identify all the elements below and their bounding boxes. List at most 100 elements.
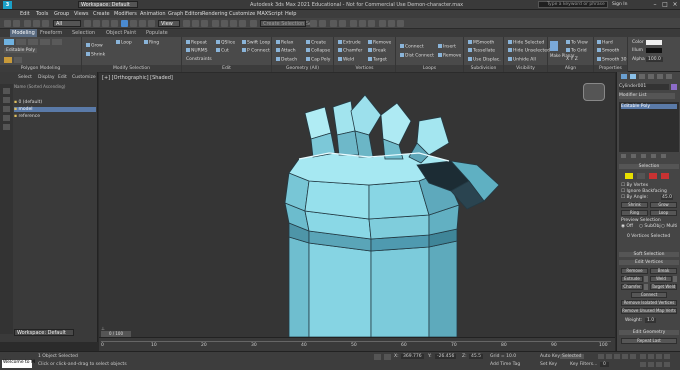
ribbon-caption[interactable]: Align: [548, 65, 593, 72]
create-tab-icon[interactable]: [621, 74, 627, 79]
select-manipulate-icon[interactable]: [192, 20, 199, 27]
menu-animation[interactable]: Animation: [140, 11, 166, 17]
remove-vertex-button[interactable]: Remove: [368, 40, 391, 46]
viewport-orthographic[interactable]: [+] [Orthographic] [Shaded] ⊥: [99, 73, 615, 337]
maximize-icon[interactable]: □: [660, 1, 670, 9]
auto-key-button[interactable]: Auto Key: [540, 354, 560, 359]
nurms-button[interactable]: NURMS: [186, 48, 208, 54]
maximize-viewport-icon[interactable]: [664, 362, 670, 367]
previous-frame-icon[interactable]: [606, 354, 612, 359]
scene-tab-select[interactable]: Select: [18, 75, 32, 80]
menu-group[interactable]: Group: [54, 11, 69, 17]
pan-view-icon[interactable]: [648, 362, 654, 367]
loop-selection-button[interactable]: Loop: [650, 210, 677, 216]
connect-button[interactable]: Connect: [400, 44, 424, 50]
edit-vertices-rollout[interactable]: Edit Vertices: [619, 260, 679, 265]
material-editor-icon[interactable]: [368, 20, 375, 27]
render-setup-icon[interactable]: [379, 20, 386, 27]
x-coordinate[interactable]: 369.776: [401, 354, 424, 359]
weld-vertex-button[interactable]: Weld: [650, 276, 672, 282]
ignore-backfacing-checkbox[interactable]: ☐ Ignore Backfacing: [621, 189, 667, 194]
curve-editor-icon[interactable]: [350, 20, 357, 27]
angle-snap-icon[interactable]: [221, 20, 228, 27]
modify-mode-icon[interactable]: [4, 57, 12, 63]
time-slider[interactable]: 0 / 100: [101, 331, 131, 337]
by-vertex-checkbox[interactable]: ☐ By Vertex: [621, 183, 648, 188]
scene-tab-customize[interactable]: Customize: [72, 75, 96, 80]
unhide-all-button[interactable]: Unhide All: [508, 57, 536, 63]
extrude-vertex-button[interactable]: Extrude: [621, 276, 643, 282]
remove-button[interactable]: Remove: [621, 268, 648, 274]
preview-multi-radio[interactable]: ○ Multi: [661, 224, 677, 229]
filter-geometry-icon[interactable]: [3, 88, 10, 94]
ribbon-caption[interactable]: Modify Selection: [82, 65, 181, 72]
preview-off-radio[interactable]: ◉ Off: [621, 224, 633, 229]
ribbon-caption[interactable]: Edit: [182, 65, 271, 72]
snaps-toggle-icon[interactable]: [212, 20, 219, 27]
bind-space-warp-icon[interactable]: [42, 20, 49, 27]
menu-create[interactable]: Create: [93, 11, 110, 17]
key-filters-button[interactable]: Key Filters...: [570, 362, 597, 367]
border-mode-icon[interactable]: [28, 39, 38, 45]
xyz-buttons[interactable]: X Y Z: [566, 57, 578, 62]
edge-mode-icon[interactable]: [16, 39, 26, 45]
next-frame-icon[interactable]: [622, 354, 628, 359]
break-vertex-button[interactable]: Break: [650, 268, 677, 274]
remove-loop-button[interactable]: Remove: [438, 53, 461, 59]
cut-button[interactable]: Cut: [216, 48, 229, 54]
move-icon[interactable]: [121, 20, 128, 27]
tree-item-default-layer[interactable]: ▪ 0 (default): [14, 100, 42, 105]
scale-icon[interactable]: [139, 20, 146, 27]
vertex-mode-icon[interactable]: [4, 39, 14, 45]
ribbon-caption[interactable]: Vertices: [334, 65, 395, 72]
remove-isolated-button[interactable]: Remove Isolated Vertices: [621, 300, 677, 306]
modifier-list-dropdown[interactable]: Modifier List: [619, 93, 675, 99]
selection-rollout-header[interactable]: Selection: [619, 164, 679, 169]
zoom-extents-icon[interactable]: [656, 354, 662, 359]
close-icon[interactable]: ×: [670, 1, 680, 9]
dist-connect-button[interactable]: Dist Connect: [400, 53, 434, 59]
grow-button[interactable]: Grow: [86, 43, 103, 49]
tab-selection[interactable]: Selection: [72, 30, 95, 36]
scene-workspace-dropdown[interactable]: Workspace: Default: [14, 329, 74, 336]
alpha-spinner[interactable]: 100.0: [646, 57, 663, 62]
show-end-result-icon[interactable]: [631, 154, 636, 158]
play-icon[interactable]: [614, 354, 620, 359]
selected-dropdown[interactable]: Selected: [560, 354, 584, 359]
filter-cameras-icon[interactable]: [3, 115, 10, 121]
polygon-subobject-icon[interactable]: [661, 173, 669, 179]
schematic-view-icon[interactable]: [359, 20, 366, 27]
tab-populate[interactable]: Populate: [146, 30, 168, 36]
lock-selection-icon[interactable]: [374, 354, 381, 360]
edge-subobject-icon[interactable]: [637, 173, 645, 179]
msmooth-button[interactable]: MSmooth: [468, 40, 494, 46]
tab-modeling[interactable]: Modeling: [10, 29, 37, 37]
smooth-button[interactable]: Smooth: [597, 48, 619, 54]
menu-help[interactable]: Help: [285, 11, 296, 17]
menu-edit[interactable]: Edit: [20, 11, 30, 17]
maxscript-listener[interactable]: Welcome to M: [2, 360, 35, 368]
tree-item-reference[interactable]: ▪ reference: [14, 114, 40, 119]
illum-swatch[interactable]: [646, 48, 662, 53]
hierarchy-tab-icon[interactable]: [639, 74, 645, 79]
create-button[interactable]: Create: [306, 40, 326, 46]
unlink-icon[interactable]: [33, 20, 40, 27]
ribbon-caption[interactable]: Loops: [396, 65, 463, 72]
time-trackbar[interactable]: 0 / 100 0 10 20 30 40 50 60 70 80 90 100: [99, 331, 615, 351]
color-swatch[interactable]: [646, 40, 662, 45]
preview-subobj-radio[interactable]: ○ SubObj: [639, 224, 661, 229]
ribbon-caption[interactable]: Visibility: [504, 65, 547, 72]
extrude-button[interactable]: Extrude: [338, 40, 361, 46]
set-key-button[interactable]: Set Key: [540, 362, 557, 367]
loop-button[interactable]: Loop: [116, 40, 132, 46]
grow-selection-button[interactable]: Grow: [650, 202, 677, 208]
angle-spinner[interactable]: 45.0: [661, 195, 674, 200]
percent-snap-icon[interactable]: [230, 20, 237, 27]
detach-button[interactable]: Detach: [276, 57, 297, 63]
relax-button[interactable]: Relax: [276, 40, 293, 46]
insert-button[interactable]: Insert: [438, 44, 456, 50]
shrink-selection-button[interactable]: Shrink: [621, 202, 648, 208]
collapse-button[interactable]: Collapse: [306, 48, 330, 54]
menu-graph-editors[interactable]: Graph Editors: [168, 11, 202, 17]
make-unique-icon[interactable]: [641, 154, 646, 158]
